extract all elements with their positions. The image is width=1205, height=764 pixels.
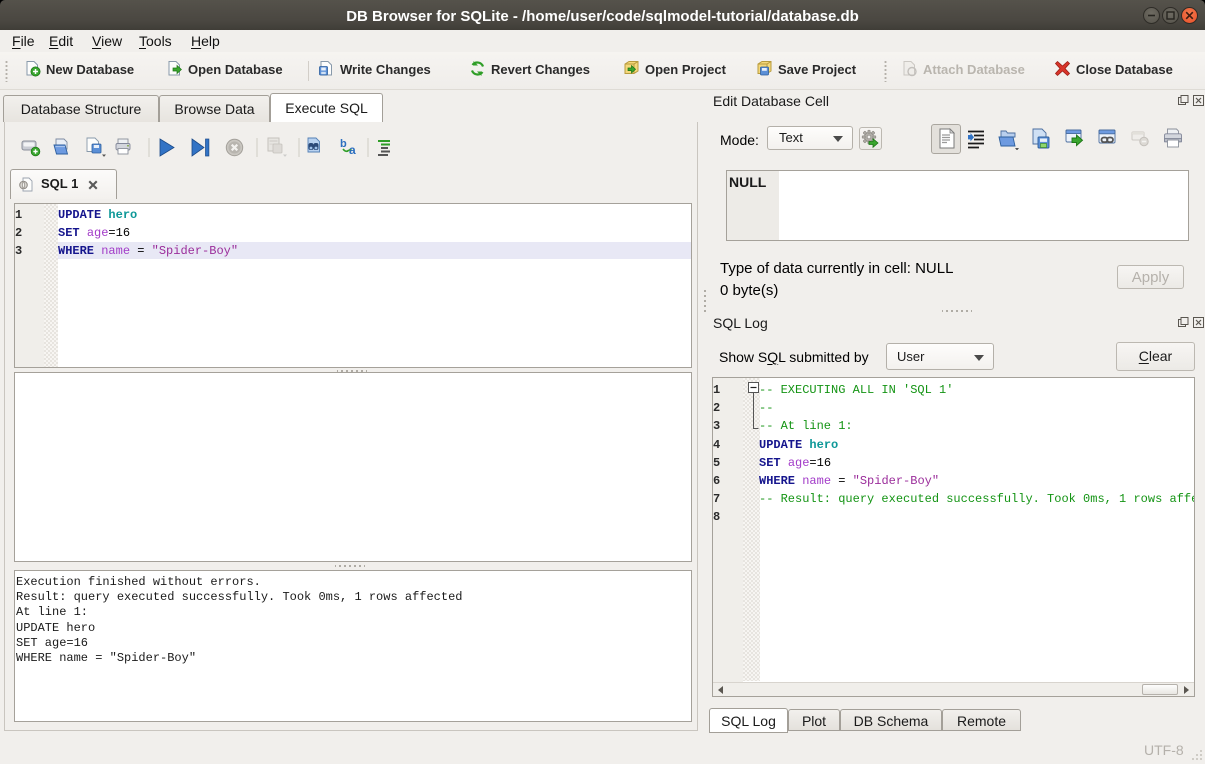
svg-text:a: a <box>349 143 356 157</box>
svg-text:b: b <box>340 138 347 150</box>
